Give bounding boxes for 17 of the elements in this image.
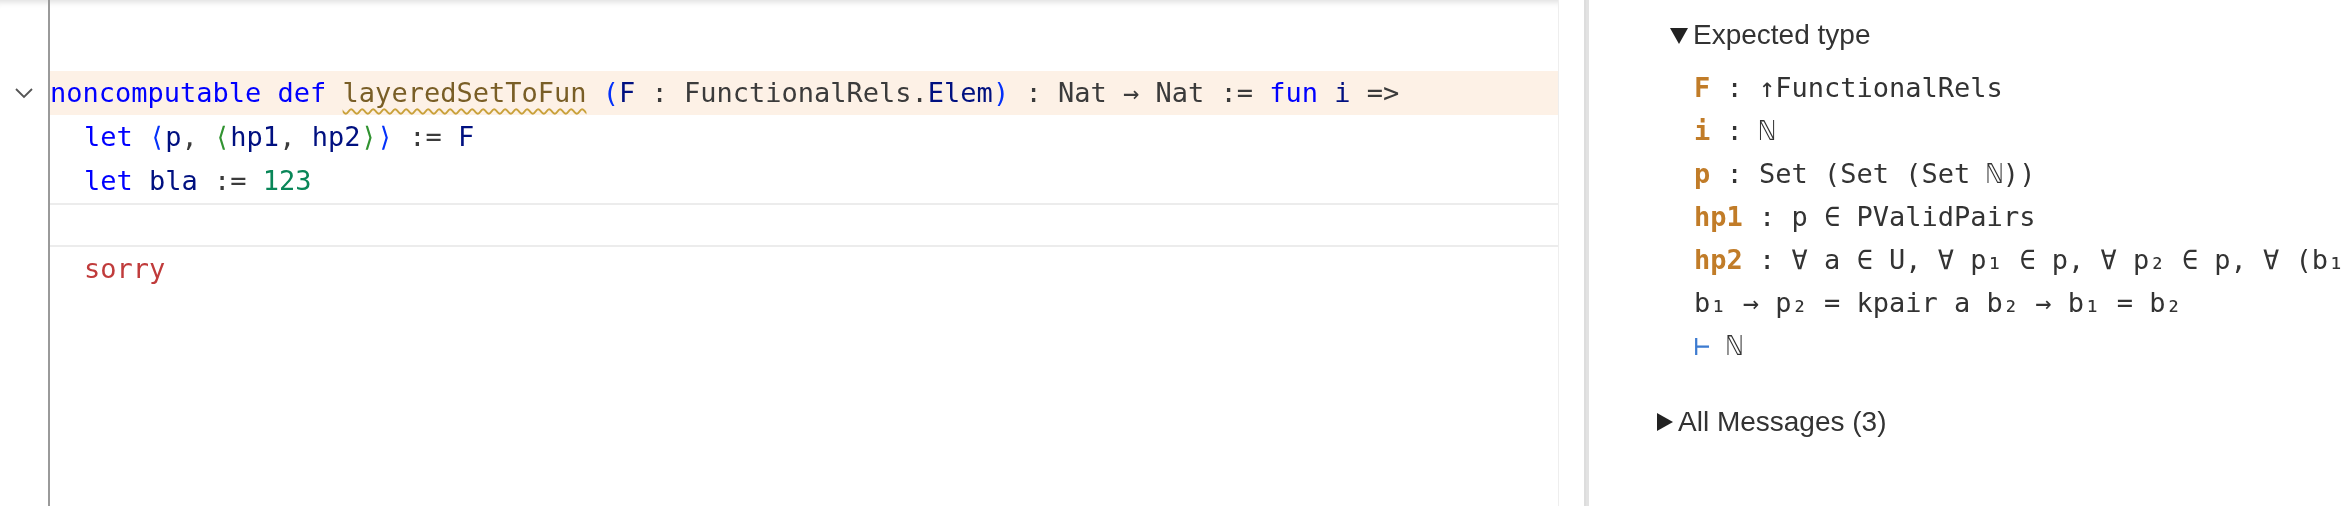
section-header[interactable]: Expected type [1669, 14, 2346, 56]
hypothesis-line: p : Set (Set (Set ℕ)) [1694, 157, 2037, 191]
hypothesis-line: b₁ → p₂ = kpair a b₂ → b₁ = b₂ [1694, 286, 2183, 320]
hypothesis-line: F : ↑FunctionalRels [1694, 71, 2004, 105]
triangle-right-icon[interactable] [1654, 412, 1674, 432]
hypothesis-line: hp1 : p ∈ PValidPairs [1694, 200, 2037, 234]
section-header[interactable]: All Messages (3) [1654, 401, 2346, 443]
code-line: noncomputable def layeredSetToFun (F : FunctionalRels.Elem) : Nat → Nat := fun i => [50, 77, 1400, 108]
goal-line: ⊢ ℕ [1694, 329, 1744, 363]
hypothesis-line: hp2 : ∀ a ∈ U, ∀ p₁ ∈ p, ∀ p₂ ∈ p, ∀ (b₁ [1694, 243, 2346, 277]
code-line: let bla := 123 [84, 165, 312, 196]
code-line: let ⟨p, ⟨hp1, hp2⟩⟩ := F [84, 121, 475, 152]
chevron-down-icon[interactable] [15, 87, 33, 99]
warning-underline-name: layeredSetToFun [342, 77, 587, 108]
hypothesis-line: i : ℕ [1694, 114, 1777, 148]
triangle-down-icon[interactable] [1669, 25, 1689, 45]
code-line: sorry [84, 253, 166, 284]
